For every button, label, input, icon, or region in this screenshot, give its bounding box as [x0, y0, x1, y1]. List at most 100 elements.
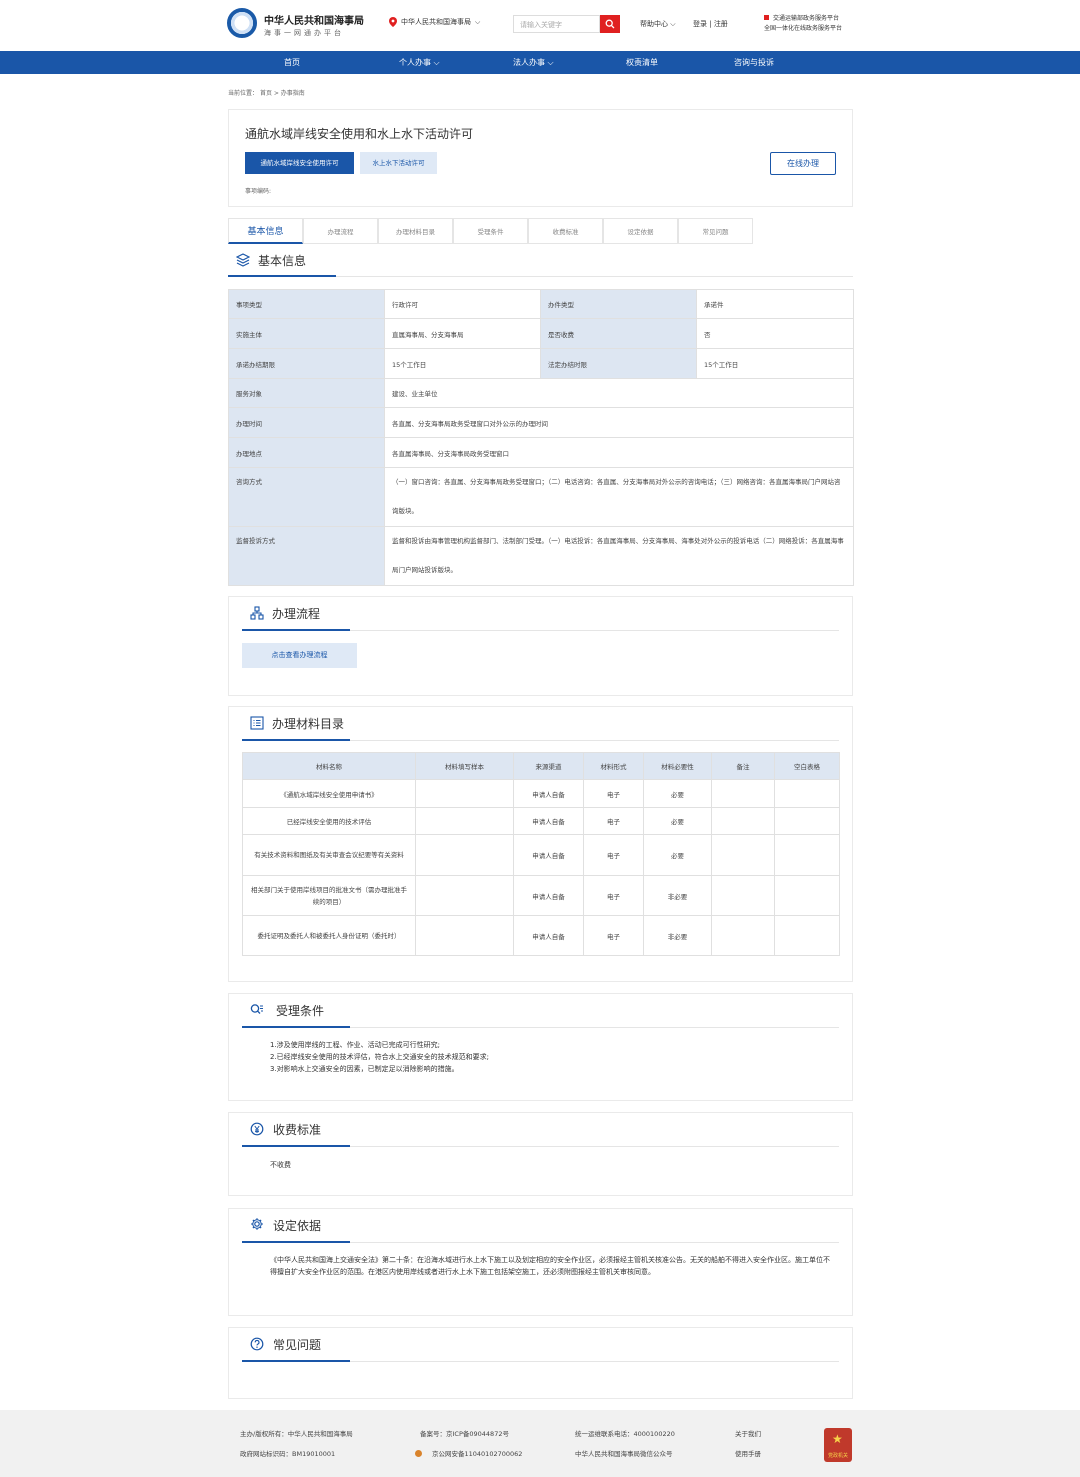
material-note — [711, 875, 775, 916]
section-underline — [228, 275, 336, 277]
nav-personal[interactable]: 个人办事 ⌵ — [399, 51, 440, 74]
platform-line2: 全国一体化在线政务服务平台 — [764, 25, 843, 32]
fees-text: 不收费 — [270, 1161, 291, 1169]
material-blank-form[interactable] — [774, 834, 840, 876]
nav-authority-label: 权责清单 — [626, 58, 658, 67]
nav-home[interactable]: 首页 — [284, 51, 300, 74]
item-variant-tab-activity[interactable]: 水上水下活动许可 — [360, 152, 437, 174]
badge-label: 党政机关 — [827, 1453, 848, 1459]
search-input[interactable]: 请输入关键字 — [513, 15, 600, 33]
list-icon — [250, 716, 264, 730]
item-variant-tab-shoreline[interactable]: 通航水域岸线安全使用许可 — [245, 152, 354, 174]
footer-hotline: 统一运维联系电话：4000100220 — [575, 1430, 675, 1438]
material-form: 电子 — [583, 915, 644, 956]
footer-site-code: 政府网站标识码：BM19010001 — [240, 1450, 336, 1458]
basis-title: 设定依据 — [273, 1219, 322, 1233]
materials-title: 办理材料目录 — [272, 717, 345, 731]
nav-consult[interactable]: 咨询与投诉 — [734, 51, 774, 74]
table-key: 承诺办结期限 — [228, 348, 385, 379]
material-required: 必要 — [643, 834, 712, 876]
section-underline — [242, 1145, 350, 1147]
search-button[interactable] — [600, 15, 620, 33]
column-header: 来源渠道 — [513, 752, 584, 780]
help-center-link[interactable]: 帮助中心 ⌵ — [640, 19, 676, 29]
material-blank-form[interactable] — [774, 915, 840, 956]
platform-links[interactable]: 交通运输部政务服务平台 全国一体化在线政务服务平台 — [764, 14, 842, 34]
badge-star-icon: ★ — [832, 1432, 843, 1446]
material-blank-form[interactable] — [774, 875, 840, 916]
table-key: 实施主体 — [228, 318, 385, 349]
material-name: 《通航水域岸线安全使用申请书》 — [242, 779, 416, 808]
tab-conditions[interactable]: 受理条件 — [453, 218, 528, 244]
tab-fees[interactable]: 收费标准 — [528, 218, 603, 244]
material-blank-form[interactable] — [774, 779, 840, 808]
tab-materials[interactable]: 办理材料目录 — [378, 218, 453, 244]
table-key: 法定办结时限 — [540, 348, 697, 379]
msa-logo[interactable] — [227, 8, 257, 38]
material-name: 有关技术资料和图纸及有关审查会议纪要等有关资料 — [242, 834, 416, 876]
login-link[interactable]: 登录 — [693, 20, 707, 28]
main-nav: 首页 个人办事 ⌵ 法人办事 ⌵ 权责清单 咨询与投诉 — [0, 51, 1080, 74]
column-header: 材料填写样本 — [415, 752, 514, 780]
breadcrumb-home[interactable]: 首页 — [260, 90, 272, 97]
view-process-button[interactable]: 点击查看办理流程 — [242, 643, 357, 668]
flowchart-icon — [250, 606, 264, 620]
section-underline — [242, 739, 350, 741]
nav-corporate[interactable]: 法人办事 ⌵ — [513, 51, 554, 74]
footer-police-label: 京公网安备11040102700062 — [432, 1450, 523, 1458]
material-form: 电子 — [583, 875, 644, 916]
footer-about-link[interactable]: 关于我们 — [735, 1428, 761, 1438]
table-value: 15个工作日 — [696, 348, 854, 379]
material-sample[interactable] — [415, 875, 514, 916]
footer-icp[interactable]: 备案号：京ICP备09044872号 — [420, 1428, 509, 1438]
table-value: 否 — [696, 318, 854, 349]
material-required: 必要 — [643, 807, 712, 835]
yuan-coin-icon — [250, 1122, 264, 1136]
register-link[interactable]: 注册 — [714, 20, 728, 28]
material-source: 申请人自备 — [513, 834, 584, 876]
table-header-row: 材料名称 材料填写样本 来源渠道 材料形式 材料必要性 备注 空白表格 — [242, 752, 840, 780]
tab-faq[interactable]: 常见问题 — [678, 218, 753, 244]
material-sample[interactable] — [415, 779, 514, 808]
party-government-badge[interactable]: ★ 党政机关 — [824, 1428, 852, 1462]
material-blank-form[interactable] — [774, 807, 840, 835]
location-selector[interactable]: 中华人民共和国海事局 ⌵ — [389, 17, 480, 27]
chevron-down-icon: ⌵ — [433, 58, 440, 67]
table-value: 行政许可 — [384, 289, 541, 319]
material-sample[interactable] — [415, 915, 514, 956]
footer-manual-link[interactable]: 使用手册 — [735, 1448, 761, 1458]
material-source: 申请人自备 — [513, 875, 584, 916]
material-form: 电子 — [583, 807, 644, 835]
table-key: 办理地点 — [228, 437, 385, 468]
basic-info-title: 基本信息 — [258, 254, 307, 268]
column-header: 材料必要性 — [643, 752, 712, 780]
table-key: 办件类型 — [540, 289, 697, 319]
search-list-icon — [250, 1004, 263, 1014]
material-name: 相关部门关于使用岸线项目的批准文书（需办理批准手续的项目） — [242, 875, 416, 916]
fees-card — [228, 1112, 853, 1196]
material-sample[interactable] — [415, 807, 514, 835]
tab-process[interactable]: 办理流程 — [303, 218, 378, 244]
footer-wechat[interactable]: 中华人民共和国海事局微信公众号 — [575, 1448, 673, 1458]
tab-basis[interactable]: 设定依据 — [603, 218, 678, 244]
material-note — [711, 807, 775, 835]
material-source: 申请人自备 — [513, 779, 584, 808]
breadcrumb: 当前位置： 首页 > 办事指南 — [228, 90, 305, 97]
online-apply-button[interactable]: 在线办理 — [770, 152, 836, 175]
material-sample[interactable] — [415, 834, 514, 876]
conditions-title: 受理条件 — [276, 1004, 325, 1018]
material-form: 电子 — [583, 834, 644, 876]
basis-text: 《中华人民共和国海上交通安全法》第二十条：在沿海水域进行水上水下施工以及划定相应… — [270, 1256, 830, 1276]
tab-basic-info[interactable]: 基本信息 — [228, 218, 303, 244]
nav-authority-list[interactable]: 权责清单 — [626, 51, 658, 74]
material-source: 申请人自备 — [513, 915, 584, 956]
footer-police[interactable]: 京公网安备11040102700062 — [415, 1448, 522, 1458]
section-tabs: 基本信息 办理流程 办理材料目录 受理条件 收费标准 设定依据 常见问题 — [228, 218, 754, 244]
table-value: 直属海事局、分支海事局 — [384, 318, 541, 349]
table-value: 各直属海事局、分支海事局政务受理窗口 — [384, 437, 854, 468]
table-row: 咨询方式 （一）窗口咨询：各直属、分支海事局政务受理窗口；（二）电话咨询：各直属… — [228, 467, 854, 527]
material-source: 申请人自备 — [513, 807, 584, 835]
table-value: 承诺件 — [696, 289, 854, 319]
table-row: 相关部门关于使用岸线项目的批准文书（需办理批准手续的项目） 申请人自备 电子 非必要 — [242, 875, 840, 916]
material-note — [711, 834, 775, 876]
